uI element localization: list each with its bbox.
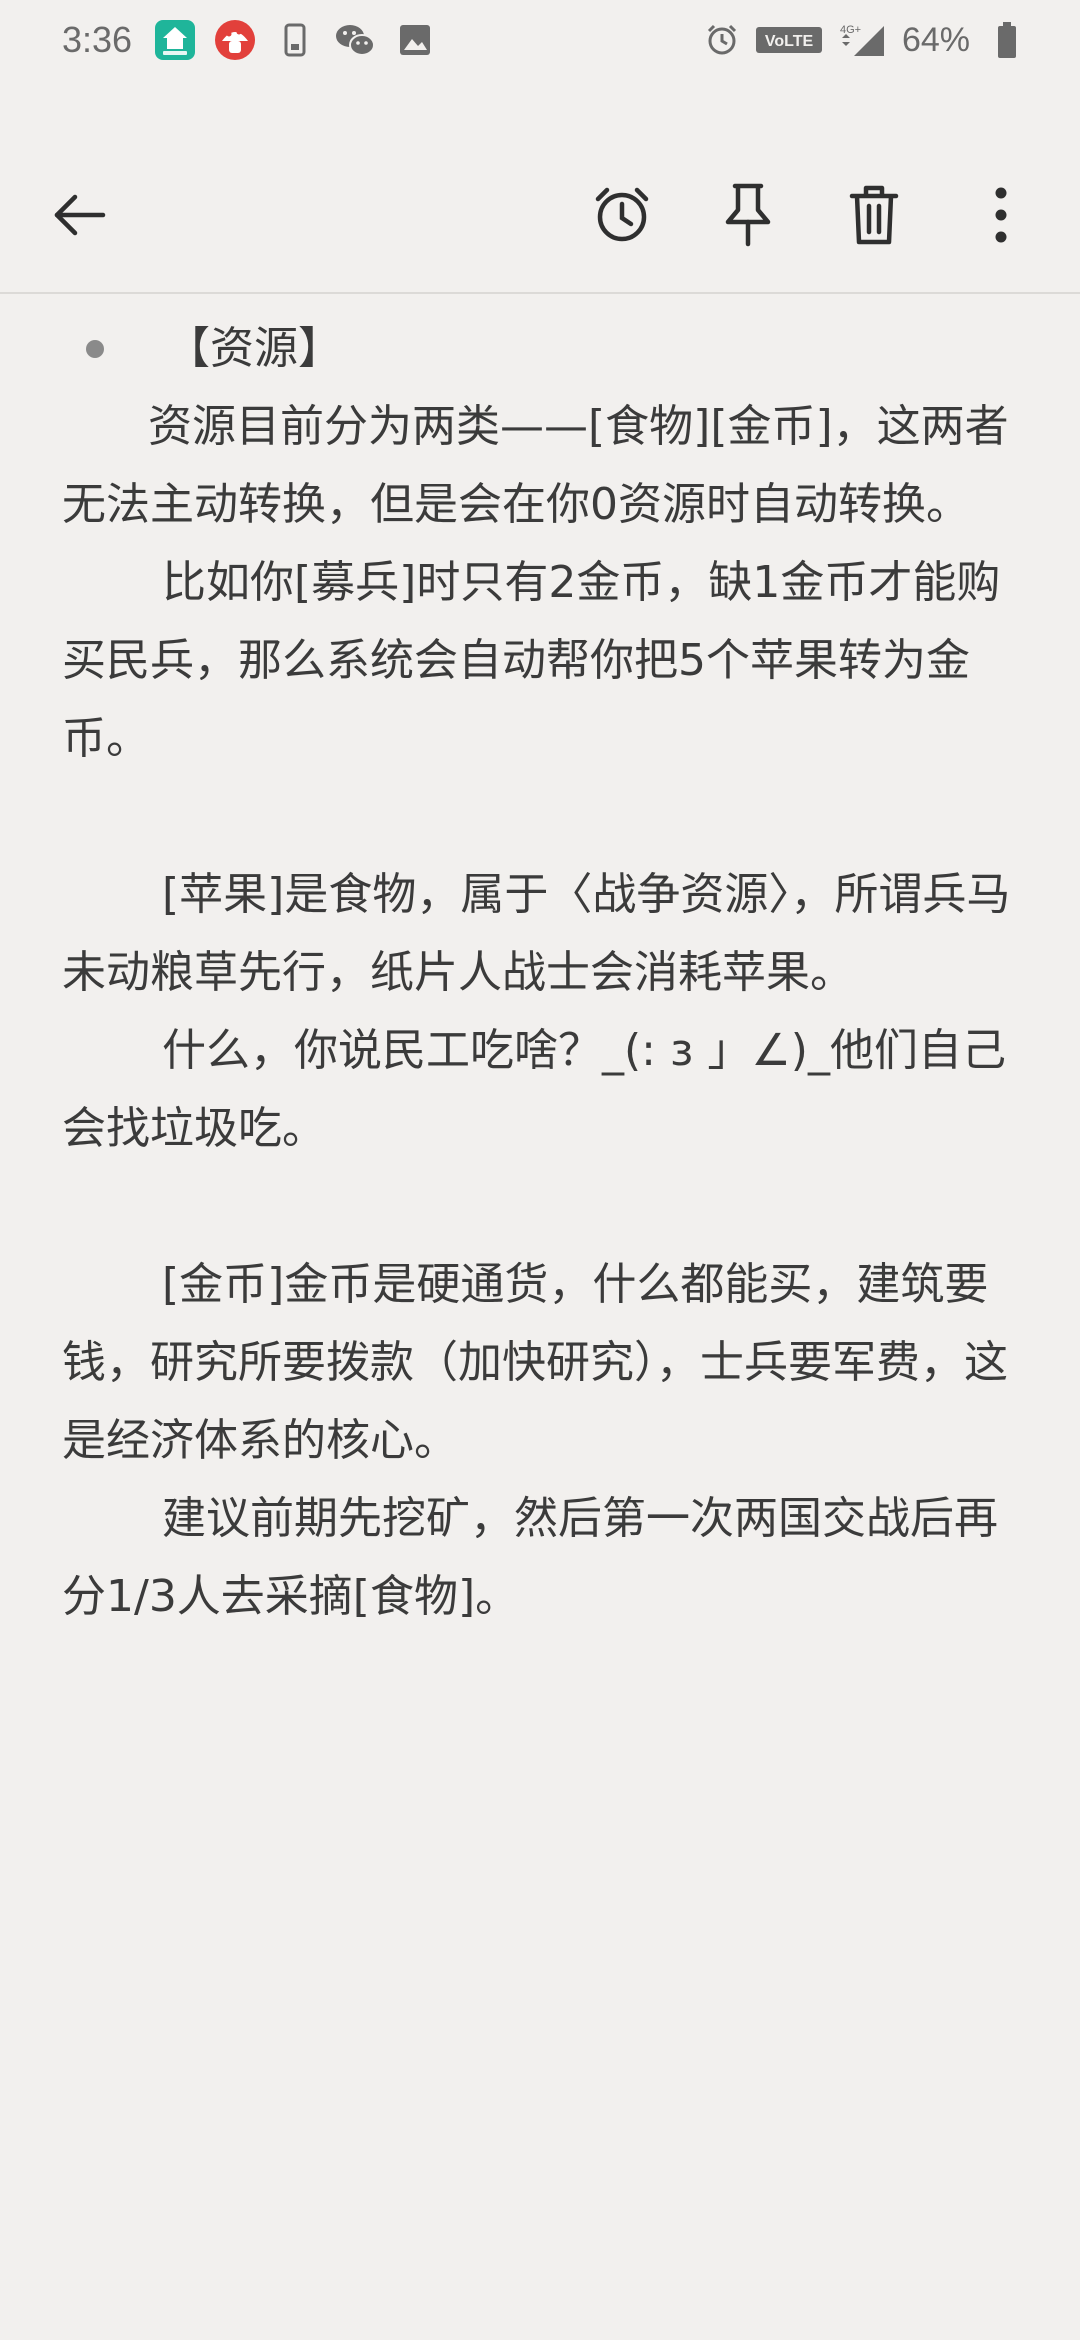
svg-text:VoLTE: VoLTE: [765, 33, 814, 50]
note-paragraph: 资源目前分为两类——[食物][金币]，这两者无法主动转换，但是会在你0资源时自动…: [62, 401, 1009, 530]
note-paragraph: 建议前期先挖矿，然后第一次两国交战后再分1/3人去采摘[食物]。: [62, 1493, 998, 1622]
note-paragraph: [金币]金币是硬通货，什么都能买，建筑要钱，研究所要拨款（加快研究），士兵要军费…: [62, 1259, 1008, 1466]
more-icon: [995, 187, 1007, 243]
note-paragraph: 什么，你说民工吃啥？_(: з 」∠)_他们自己会找垃圾吃。: [62, 1025, 1006, 1154]
note-body[interactable]: 【资源】 资源目前分为两类——[食物][金币]，这两者无法主动转换，但是会在你0…: [62, 310, 1022, 1636]
alarm-icon: [595, 187, 649, 242]
note-toolbar: [0, 140, 1080, 290]
status-bar: 3:36 VoLTE 4G+ 64%: [0, 0, 1080, 80]
note-heading: 【资源】: [166, 323, 342, 374]
back-arrow-icon: [54, 194, 106, 236]
battery-percent: 64%: [901, 20, 970, 59]
status-right: VoLTE 4G+ 64%: [688, 21, 1018, 60]
phone-icon: [274, 19, 316, 61]
note-heading-row: 【资源】: [62, 310, 1022, 388]
wechat-icon: [334, 19, 376, 61]
svg-text:4G+: 4G+: [840, 24, 861, 36]
delete-button[interactable]: [829, 170, 919, 260]
trash-icon: [849, 185, 899, 245]
volte-icon: VoLTE: [755, 25, 822, 55]
image-icon: [394, 19, 436, 61]
home-app-icon: [154, 19, 196, 61]
alarm-icon: [704, 22, 740, 58]
status-left: 3:36: [62, 19, 454, 61]
back-button[interactable]: [34, 170, 124, 260]
pin-button[interactable]: [703, 170, 793, 260]
note-paragraph: 比如你[募兵]时只有2金币，缺1金币才能购买民兵，那么系统会自动帮你把5个苹果转…: [62, 557, 1001, 764]
status-time: 3:36: [62, 19, 133, 60]
mushroom-app-icon: [214, 19, 256, 61]
reminder-button[interactable]: [577, 170, 667, 260]
more-options-button[interactable]: [956, 170, 1046, 260]
note-paragraph: [苹果]是食物，属于〈战争资源〉，所谓兵马未动粮草先行，纸片人战士会消耗苹果。: [62, 869, 1011, 998]
bullet-icon: [86, 340, 104, 358]
toolbar-divider: [0, 292, 1080, 294]
signal-icon: 4G+: [838, 22, 888, 58]
pin-icon: [725, 183, 771, 247]
battery-icon: [996, 21, 1018, 59]
